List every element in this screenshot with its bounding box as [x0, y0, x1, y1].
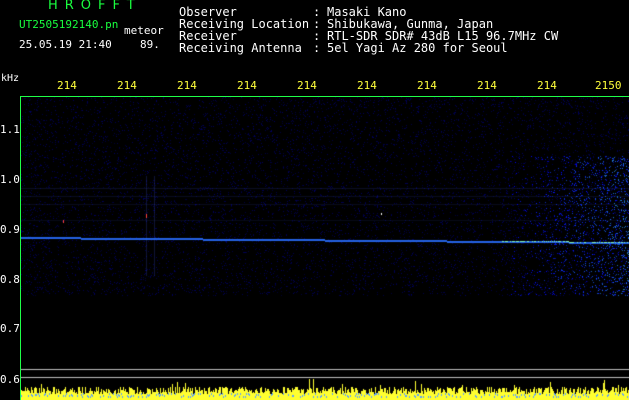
y-axis-unit: kHz — [1, 73, 20, 84]
y-tick-label: 0.7 — [0, 322, 20, 335]
file-name: UT2505192140.pn — [19, 18, 119, 31]
x-tick-label: 214 — [477, 79, 497, 92]
spectrogram-plot — [20, 96, 629, 400]
antenna-value: 5el Yagi Az 280 for Seoul — [327, 41, 508, 55]
y-tick-label: 0.9 — [0, 223, 20, 236]
antenna-label: Receiving Antenna — [179, 41, 302, 55]
app-title: HROFFT — [48, 0, 142, 13]
x-tick-label: 214 — [117, 79, 137, 92]
x-tick-label: 214 — [237, 79, 257, 92]
y-tick-label: 1.1 — [0, 123, 20, 136]
plot-top-border — [20, 96, 629, 97]
y-tick-label: 1.0 — [0, 173, 20, 186]
detection-count: 89. — [140, 38, 160, 51]
timestamp: 25.05.19 21:40 — [19, 38, 112, 51]
hrofft-window: HROFFT UT2505192140.pn meteor 25.05.19 2… — [0, 0, 629, 400]
x-tick-label: 2150 — [595, 79, 622, 92]
y-tick-label: 0.6 — [0, 373, 20, 386]
info-separator: : — [313, 41, 321, 55]
y-tick-label: 0.8 — [0, 273, 20, 286]
x-tick-label: 214 — [177, 79, 197, 92]
x-tick-label: 214 — [537, 79, 557, 92]
plot-left-border — [20, 96, 21, 400]
x-tick-label: 214 — [357, 79, 377, 92]
x-tick-label: 214 — [297, 79, 317, 92]
detection-label: meteor — [124, 24, 164, 37]
x-tick-label: 214 — [417, 79, 437, 92]
x-tick-label: 214 — [57, 79, 77, 92]
